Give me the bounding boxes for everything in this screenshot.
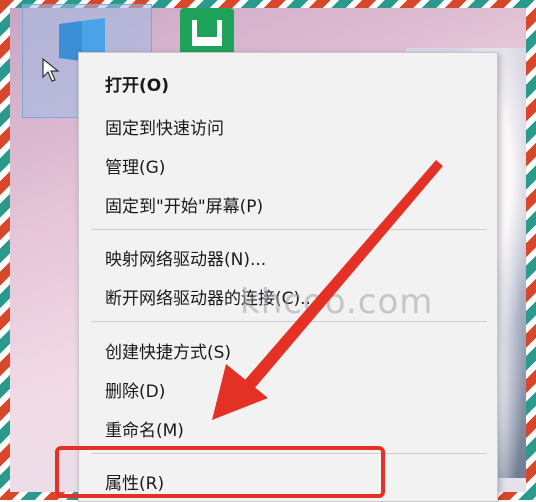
menu-item-delete[interactable]: 删除(D) xyxy=(105,377,165,402)
menu-item-pin-quick-access[interactable]: 固定到快速访问 xyxy=(105,114,224,139)
mouse-cursor-icon xyxy=(42,58,60,82)
properties-highlight-box xyxy=(55,446,385,498)
menu-item-manage[interactable]: 管理(G) xyxy=(105,153,165,178)
menu-item-open[interactable]: 打开(O) xyxy=(105,71,169,96)
menu-item-pin-start[interactable]: 固定到"开始"屏幕(P) xyxy=(105,192,263,217)
menu-item-create-shortcut[interactable]: 创建快捷方式(S) xyxy=(105,338,231,363)
context-menu: 打开(O) 固定到快速访问 管理(G) 固定到"开始"屏幕(P) 映射网络驱动器… xyxy=(78,52,498,502)
menu-item-map-drive[interactable]: 映射网络驱动器(N)... xyxy=(105,245,266,270)
menu-separator xyxy=(91,229,487,230)
watermark-text: khcoo.com xyxy=(240,282,434,322)
green-app-icon[interactable] xyxy=(180,8,234,56)
menu-item-rename[interactable]: 重命名(M) xyxy=(105,416,184,441)
